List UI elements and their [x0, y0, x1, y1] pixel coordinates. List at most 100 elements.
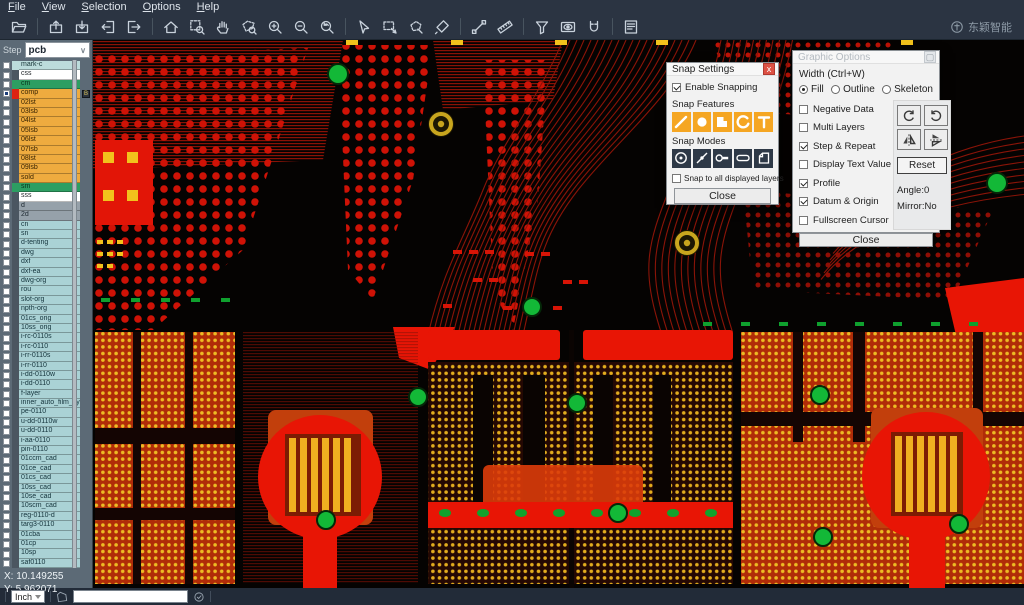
layer-row[interactable]: 01cba — [0, 531, 92, 540]
graphic-option-checkbox[interactable] — [799, 216, 808, 225]
filter-funnel-icon[interactable] — [529, 16, 555, 38]
mode-key-icon[interactable] — [713, 149, 732, 169]
layer-name[interactable]: saf0110 — [19, 559, 80, 568]
layer-row[interactable]: 05lsb — [0, 127, 92, 136]
layer-row[interactable]: i-rc-0110s — [0, 333, 92, 342]
layer-name[interactable]: dxf-ea — [19, 268, 80, 277]
layer-visibility-checkbox[interactable] — [3, 241, 10, 248]
highlight-eye-icon[interactable] — [555, 16, 581, 38]
layer-row[interactable]: targ3-0110 — [0, 521, 92, 530]
graphic-option-checkbox[interactable] — [799, 123, 808, 132]
layer-name[interactable]: slot-org — [19, 296, 80, 305]
layer-row[interactable]: 02lst — [0, 99, 92, 108]
layer-row[interactable]: 10scm_cad — [0, 502, 92, 511]
layer-name[interactable]: 02lst — [19, 99, 80, 108]
clear-brush-icon[interactable] — [429, 16, 455, 38]
layer-name[interactable]: d-tenting — [19, 239, 80, 248]
layer-row[interactable]: 2d — [0, 211, 92, 220]
layer-visibility-checkbox[interactable] — [3, 269, 10, 276]
layer-row[interactable]: reg-0110-d — [0, 512, 92, 521]
rotate-ccw-icon[interactable] — [924, 105, 948, 126]
mode-center-icon[interactable] — [672, 149, 691, 169]
home-icon[interactable] — [158, 16, 184, 38]
zoom-window-icon[interactable] — [184, 16, 210, 38]
reset-button[interactable]: Reset — [897, 157, 947, 174]
layer-visibility-checkbox[interactable] — [3, 184, 10, 191]
layer-row[interactable]: 01cs_orig — [0, 315, 92, 324]
layer-visibility-checkbox[interactable] — [3, 137, 10, 144]
menu-item[interactable]: View — [42, 0, 66, 14]
layer-row[interactable]: 01ce_cad — [0, 465, 92, 474]
layer-visibility-checkbox[interactable] — [3, 100, 10, 107]
layer-row[interactable]: 07lsb — [0, 146, 92, 155]
graphic-option-checkbox[interactable] — [799, 142, 808, 151]
layer-row[interactable]: 01cp — [0, 540, 92, 549]
layer-visibility-checkbox[interactable] — [3, 203, 10, 210]
layer-visibility-checkbox[interactable] — [3, 428, 10, 435]
zoom-back-icon[interactable] — [314, 16, 340, 38]
layer-name[interactable]: i-dd-0110 — [19, 380, 80, 389]
layer-row[interactable]: pe-0110 — [0, 408, 92, 417]
layer-visibility-checkbox[interactable] — [3, 297, 10, 304]
layer-name[interactable]: 08lst — [19, 155, 80, 164]
layer-row[interactable]: rou — [0, 286, 92, 295]
layer-visibility-checkbox[interactable] — [3, 344, 10, 351]
toolbar-button[interactable] — [345, 18, 346, 35]
graphic-option-checkbox[interactable] — [799, 105, 808, 114]
close-icon[interactable]: x — [763, 63, 775, 75]
layer-visibility-checkbox[interactable] — [3, 156, 10, 163]
layer-name[interactable]: 09lsb — [19, 164, 80, 173]
layer-visibility-checkbox[interactable] — [3, 109, 10, 116]
layer-name[interactable]: sss — [19, 192, 80, 201]
toolbar-button[interactable] — [460, 18, 461, 35]
layer-row[interactable]: i-rr-0110s — [0, 352, 92, 361]
layer-row[interactable]: pin-0110 — [0, 446, 92, 455]
layer-name[interactable]: i-rc-0110s — [19, 333, 80, 342]
layer-name[interactable]: i-dd-0110w — [19, 371, 80, 380]
layer-name[interactable]: f-layer — [19, 390, 80, 399]
layer-row[interactable]: dxf — [0, 258, 92, 267]
layer-visibility-checkbox[interactable] — [3, 410, 10, 417]
layer-row[interactable]: npth-org — [0, 305, 92, 314]
flip-v-icon[interactable] — [924, 129, 948, 150]
snap-text-icon[interactable] — [754, 112, 773, 132]
layer-name[interactable]: 01cs_orig — [19, 315, 80, 324]
layer-name[interactable]: d — [19, 202, 80, 211]
snap-all-layers-checkbox[interactable] — [672, 174, 681, 183]
graphic-dialog-titlebar[interactable]: Graphic Options ▢ — [793, 51, 939, 64]
mode-slot-icon[interactable] — [734, 149, 753, 169]
layer-row[interactable]: sold — [0, 174, 92, 183]
snap-arc-icon[interactable] — [734, 112, 753, 132]
layer-visibility-checkbox[interactable] — [3, 212, 10, 219]
layer-row[interactable]: sm — [0, 183, 92, 192]
mode-surface-icon[interactable] — [754, 149, 773, 169]
measure-line-icon[interactable] — [466, 16, 492, 38]
layer-visibility-checkbox[interactable] — [3, 278, 10, 285]
layer-name[interactable]: 10ss_orig — [19, 324, 80, 333]
layer-name[interactable]: 10scm_cad — [19, 502, 80, 511]
layer-name[interactable]: 03lsb — [19, 108, 80, 117]
layer-name[interactable]: pe-0110 — [19, 408, 80, 417]
mode-point-icon[interactable] — [693, 149, 712, 169]
layer-name[interactable]: 06lst — [19, 136, 80, 145]
layer-row[interactable]: 10se_cad — [0, 493, 92, 502]
layer-row[interactable]: 03lsb — [0, 108, 92, 117]
layer-visibility-checkbox[interactable] — [3, 372, 10, 379]
open-folder-icon[interactable] — [6, 16, 32, 38]
layer-row[interactable]: i-rc-0110 — [0, 343, 92, 352]
layer-visibility-checkbox[interactable] — [3, 306, 10, 313]
layer-visibility-checkbox[interactable] — [3, 447, 10, 454]
layer-row[interactable]: slot-org — [0, 296, 92, 305]
layer-visibility-checkbox[interactable] — [3, 175, 10, 182]
layer-visibility-checkbox[interactable] — [3, 381, 10, 388]
layer-visibility-checkbox[interactable] — [3, 504, 10, 511]
layer-row[interactable]: 04lst — [0, 117, 92, 126]
layer-row[interactable]: f-layer — [0, 390, 92, 399]
unit-select[interactable]: Inch — [11, 590, 45, 603]
radio-icon[interactable] — [831, 85, 840, 94]
ruler-icon[interactable] — [492, 16, 518, 38]
layer-row[interactable]: u-dd-0110 — [0, 427, 92, 436]
layer-visibility-checkbox[interactable] — [3, 513, 10, 520]
new-note-icon[interactable] — [56, 591, 68, 603]
layer-visibility-checkbox[interactable] — [3, 391, 10, 398]
